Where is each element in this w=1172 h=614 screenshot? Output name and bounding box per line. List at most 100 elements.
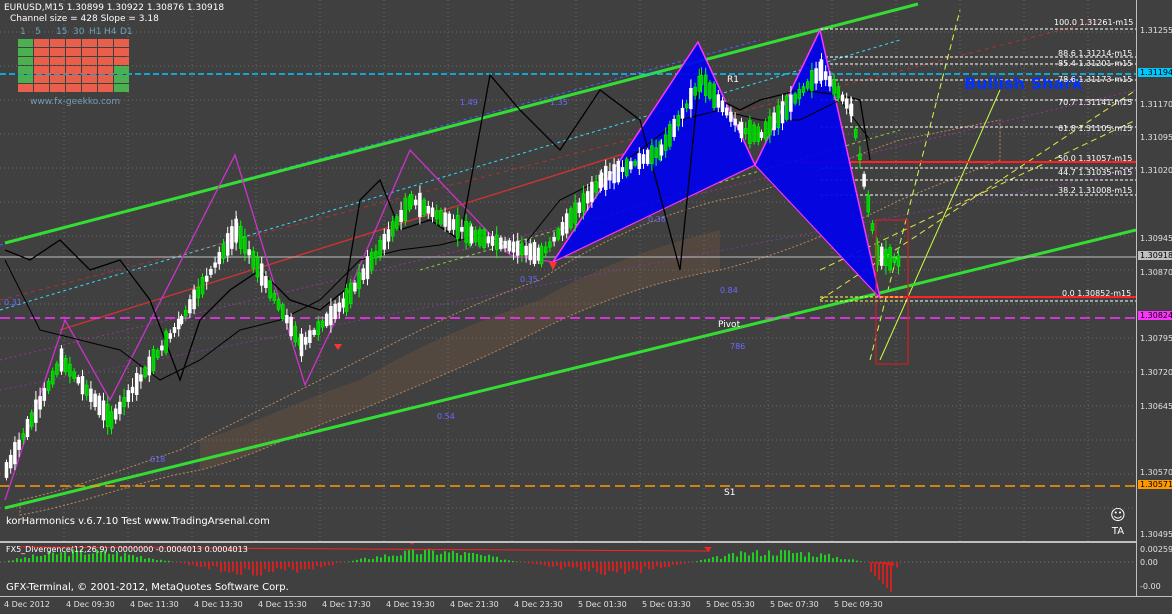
histogram-bar [632, 562, 634, 569]
histogram-bar [356, 560, 358, 562]
histogram-bar [796, 553, 798, 562]
histogram-bar [164, 561, 166, 562]
timeframe-cell [66, 39, 81, 47]
histogram-bar [836, 557, 838, 562]
histogram-bar [664, 562, 666, 567]
histogram-bar [764, 555, 766, 562]
histogram-bar [882, 562, 884, 584]
candle [673, 115, 676, 141]
price-tag-s1: 1.30571 [1138, 480, 1172, 489]
histogram-bar [856, 561, 858, 562]
histogram-bar [220, 562, 222, 572]
candle [404, 193, 407, 226]
candle [135, 367, 138, 401]
candle [85, 380, 88, 401]
histogram-bar [140, 556, 142, 562]
candle [300, 328, 303, 362]
candle [561, 216, 564, 241]
candle [353, 280, 356, 294]
histogram-bar [532, 562, 534, 564]
expert-advisor-icon[interactable]: ☺TA [1106, 508, 1130, 536]
candle [465, 214, 468, 249]
histogram-bar [616, 562, 618, 572]
histogram-bar [16, 558, 18, 562]
histogram-bar [560, 562, 562, 570]
symbol-header: EURUSD,M15 1.30899 1.30922 1.30876 1.309… [4, 3, 224, 13]
candle [569, 206, 572, 230]
candle [106, 396, 109, 435]
histogram-bar [874, 562, 876, 576]
histogram-bar [36, 556, 38, 562]
candle [525, 239, 528, 263]
fib-label: 70.7 1.31141-m15 [1058, 98, 1132, 107]
candle [854, 126, 857, 140]
histogram-bar [272, 562, 274, 572]
histogram-bar [768, 550, 770, 562]
histogram-bar [412, 549, 414, 562]
candle [51, 368, 54, 388]
timeframe-heatmap-panel: 1 5 15 30 H1 H4 D1 www.fx-geekko.com [18, 27, 134, 107]
candle [785, 94, 788, 122]
candle [55, 361, 58, 378]
histogram-bar [460, 555, 462, 562]
histogram-bar [268, 562, 270, 572]
candle [565, 209, 568, 239]
histogram-bar [536, 562, 538, 564]
chart-window[interactable]: EURUSD,M15 1.30899 1.30922 1.30876 1.309… [0, 0, 1172, 613]
candle [114, 404, 117, 423]
candle [474, 226, 477, 246]
fib-label: 85.4 1.31201-m15 [1058, 59, 1132, 68]
time-tick: 5 Dec 09:30 [834, 600, 883, 609]
histogram-bar [280, 562, 282, 569]
histogram-bar [684, 562, 686, 563]
histogram-bar [876, 562, 878, 563]
histogram-bar [668, 562, 670, 567]
histogram-bar [84, 555, 86, 562]
candle [30, 409, 33, 429]
histogram-bar [788, 550, 790, 562]
time-axis[interactable]: 4 Dec 2012 4 Dec 09:30 4 Dec 11:30 4 Dec… [0, 596, 1172, 614]
candle [345, 284, 348, 316]
histogram-bar [888, 562, 890, 566]
candle [858, 146, 861, 167]
divergence-pane[interactable]: FX5_Divergence(12,26,9) 0.0000000 -0.000… [0, 543, 1136, 596]
time-tick: 4 Dec 11:30 [130, 600, 179, 609]
price-tag-pivot: 1.30824 [1138, 311, 1172, 320]
histogram-bar [400, 555, 402, 562]
timeframe-cell [98, 66, 113, 74]
s1-label: S1 [724, 488, 735, 498]
price-axis[interactable]: 1.31255 1.31170 1.31095 1.31020 1.30945 … [1136, 0, 1172, 596]
fib-label: 50.0 1.31057-m15 [1058, 154, 1132, 163]
candle [152, 346, 155, 375]
histogram-bar [300, 562, 302, 569]
candle [243, 229, 246, 261]
ratio-label: 0.38 [648, 215, 666, 224]
price-tick: 1.30645 [1140, 402, 1172, 411]
histogram-bar [544, 562, 546, 565]
candle [89, 381, 92, 410]
histogram-bar [452, 551, 454, 562]
tf-label-d1: D1 [120, 27, 133, 37]
timeframe-cell [34, 39, 49, 47]
histogram-bar [652, 562, 654, 569]
candle [248, 241, 251, 264]
histogram-bar [772, 555, 774, 562]
timeframe-cell [82, 84, 97, 92]
histogram-bar [624, 562, 626, 574]
histogram-bar [756, 550, 758, 562]
histogram-bar [232, 562, 234, 571]
candle [880, 243, 883, 269]
ratio-label: 0.31 [4, 298, 22, 307]
candle [625, 157, 628, 178]
price-chart-pane[interactable]: EURUSD,M15 1.30899 1.30922 1.30876 1.309… [0, 0, 1136, 541]
candle [139, 367, 142, 389]
candle [165, 329, 168, 356]
histogram-bar [848, 559, 850, 562]
timeframe-cell [98, 48, 113, 56]
candle [764, 119, 767, 143]
timeframe-cell [34, 75, 49, 83]
candle [281, 302, 284, 321]
histogram-bar [496, 557, 498, 562]
histogram-bar [878, 562, 880, 580]
website-link[interactable]: www.fx-geekko.com [30, 97, 120, 107]
